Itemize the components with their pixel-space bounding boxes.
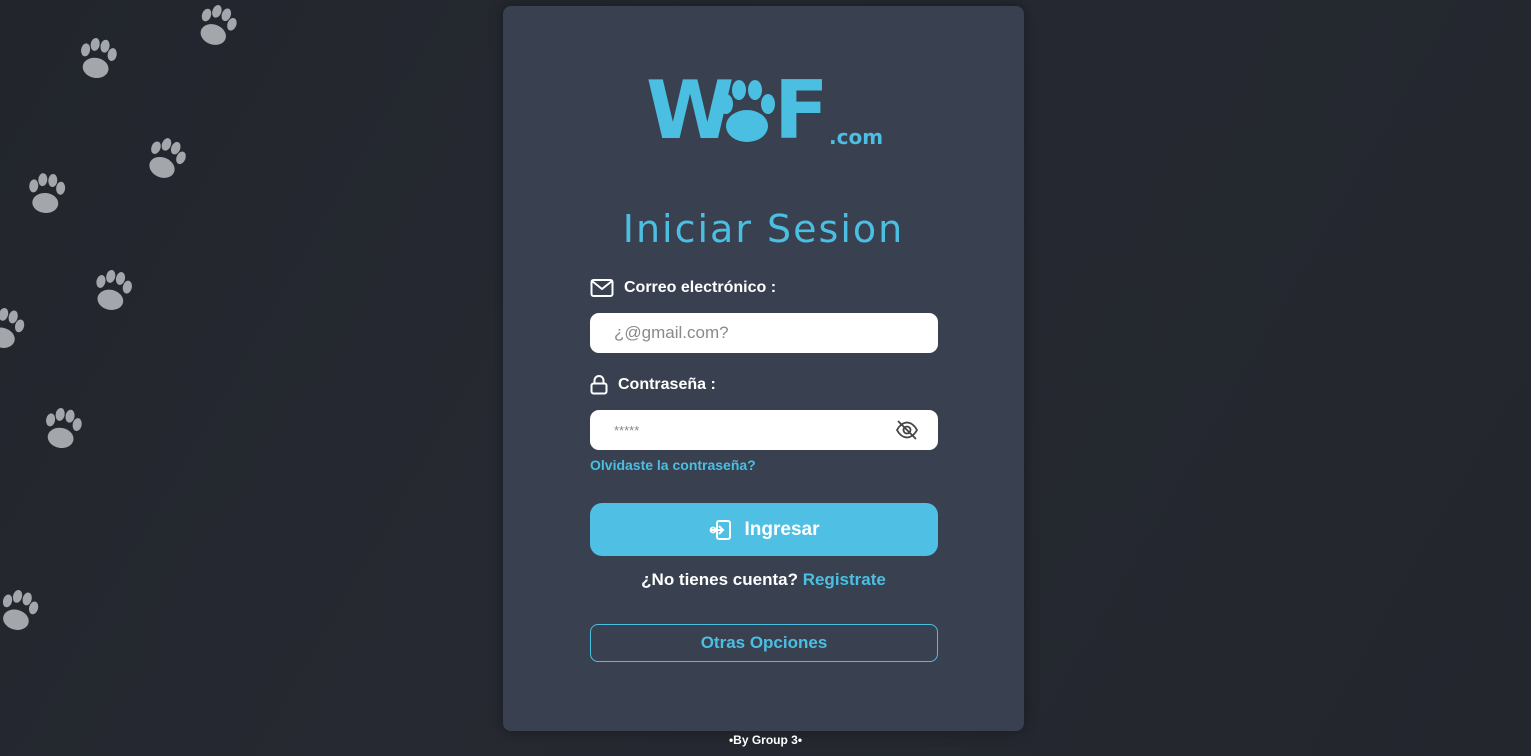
email-label-text: Correo electrónico : — [624, 279, 777, 296]
page-title: Iniciar Sesion — [622, 207, 905, 252]
paw-icon — [0, 586, 42, 635]
paw-icon — [26, 172, 67, 215]
register-prompt: ¿No tienes cuenta? Registrate — [503, 570, 1024, 590]
footer-credit: •By Group 3• — [728, 733, 803, 747]
email-label: Correo electrónico : — [590, 278, 776, 298]
forgot-password-link[interactable]: Olvidaste la contraseña? — [590, 457, 756, 473]
password-label: Contraseña : — [590, 375, 716, 395]
paw-icon — [0, 304, 28, 353]
password-field[interactable] — [590, 410, 938, 450]
login-card: W F .com Iniciar Sesion Correo electróni… — [503, 6, 1024, 731]
register-link[interactable]: Registrate — [803, 570, 886, 589]
eye-off-icon[interactable] — [895, 418, 919, 442]
paw-prints-decoration — [0, 0, 241, 635]
paw-icon — [91, 267, 135, 314]
login-button-label: Ingresar — [744, 518, 820, 540]
paw-icon — [719, 80, 775, 142]
logo-letter-f: F — [774, 64, 829, 157]
email-field[interactable] — [590, 313, 938, 353]
login-button[interactable]: Ingresar — [590, 503, 938, 556]
paw-icon — [76, 35, 119, 81]
logo-suffix: .com — [829, 125, 884, 149]
brand-logo: W F .com — [646, 64, 886, 160]
paw-icon — [41, 405, 84, 451]
lock-icon — [590, 375, 608, 395]
other-options-button[interactable]: Otras Opciones — [590, 624, 938, 662]
login-icon — [709, 519, 731, 540]
mail-icon — [590, 279, 614, 297]
paw-icon — [193, 0, 241, 51]
paw-icon — [142, 133, 191, 184]
password-label-text: Contraseña : — [618, 376, 716, 393]
no-account-text: ¿No tienes cuenta? — [641, 570, 798, 589]
